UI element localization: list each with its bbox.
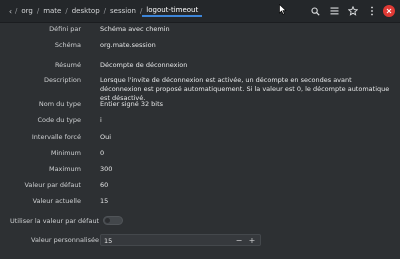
description-label: Description bbox=[43, 76, 81, 84]
custom-value-spinbox: − + bbox=[100, 234, 261, 246]
menu-icon[interactable] bbox=[326, 3, 342, 19]
chevron-left-icon[interactable]: ‹ bbox=[6, 7, 15, 16]
default-value-label: Valeur par défaut bbox=[24, 181, 81, 189]
use-default-toggle[interactable] bbox=[103, 216, 123, 225]
breadcrumb: ‹ / org / mate / desktop / session / log… bbox=[6, 4, 203, 18]
breadcrumb-org[interactable]: org bbox=[17, 7, 36, 15]
type-name-value: Entier signé 32 bits bbox=[100, 100, 164, 108]
summary-label: Résumé bbox=[54, 61, 81, 69]
toggle-knob bbox=[105, 218, 110, 223]
custom-value-label: Valeur personnalisée bbox=[31, 236, 99, 244]
current-value-value: 15 bbox=[100, 197, 109, 205]
more-icon[interactable] bbox=[364, 3, 380, 19]
header-bar: ‹ / org / mate / desktop / session / log… bbox=[0, 0, 400, 23]
schema-value: org.mate.session bbox=[100, 41, 156, 49]
summary-value: Décompte de déconnexion bbox=[100, 61, 188, 69]
star-icon[interactable] bbox=[345, 3, 361, 19]
type-code-value: i bbox=[100, 116, 102, 124]
forced-range-label: Intervalle forcé bbox=[31, 133, 81, 141]
mouse-cursor-icon bbox=[279, 4, 287, 15]
defined-by-label: Défini par bbox=[49, 25, 81, 33]
minimum-label: Minimum bbox=[50, 149, 81, 157]
breadcrumb-logout-timeout[interactable]: logout-timeout bbox=[142, 6, 203, 17]
description-value: Lorsque l'invite de déconnexion est acti… bbox=[100, 76, 390, 102]
schema-label: Schéma bbox=[54, 41, 81, 49]
increment-button[interactable]: + bbox=[246, 236, 258, 245]
defined-by-value: Schéma avec chemin bbox=[100, 25, 170, 33]
type-code-label: Code du type bbox=[37, 116, 81, 124]
maximum-value: 300 bbox=[100, 165, 113, 173]
type-name-label: Nom du type bbox=[38, 100, 81, 108]
minimum-value: 0 bbox=[100, 149, 105, 157]
breadcrumb-session[interactable]: session bbox=[106, 7, 140, 15]
custom-value-input[interactable] bbox=[104, 236, 224, 245]
default-value-value: 60 bbox=[100, 181, 109, 189]
forced-range-value: Oui bbox=[100, 133, 112, 141]
close-icon[interactable] bbox=[383, 5, 395, 17]
current-value-label: Valeur actuelle bbox=[32, 197, 81, 205]
search-icon[interactable] bbox=[307, 3, 323, 19]
header-actions bbox=[307, 3, 395, 19]
maximum-label: Maximum bbox=[48, 165, 81, 173]
use-default-label: Utiliser la valeur par défaut bbox=[10, 217, 100, 225]
breadcrumb-mate[interactable]: mate bbox=[39, 7, 65, 15]
decrement-button[interactable]: − bbox=[233, 236, 245, 245]
breadcrumb-desktop[interactable]: desktop bbox=[68, 7, 104, 15]
